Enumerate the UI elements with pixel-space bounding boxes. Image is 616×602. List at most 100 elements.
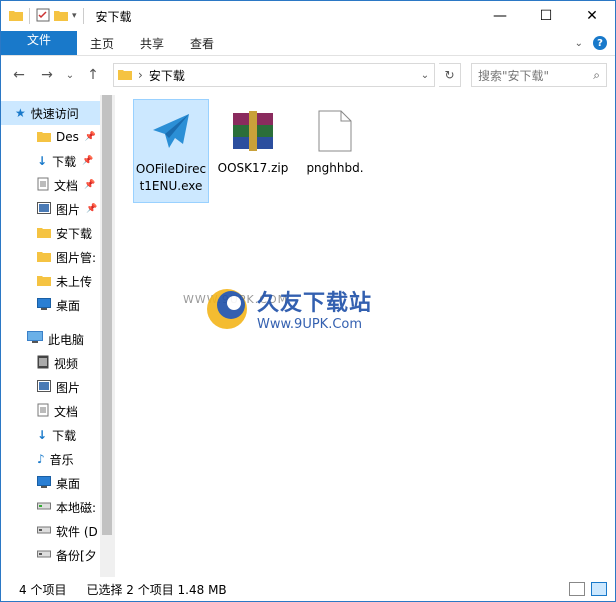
title-bar: ▾ 安下载 — ☐ ✕ — [1, 1, 615, 31]
nav-this-pc[interactable]: 此电脑 — [1, 327, 101, 351]
file-name: pnghhbd. — [306, 161, 364, 175]
nav-label: 本地磁: — [56, 500, 97, 515]
nav-label: 未上传 — [56, 274, 93, 289]
minimize-button[interactable]: — — [477, 1, 523, 31]
file-name: OOFileDirect1ENU.exe — [135, 162, 207, 193]
chevron-down-icon[interactable]: ▾ — [72, 11, 77, 21]
nav-item-music[interactable]: ♪ 音乐 — [1, 447, 101, 471]
address-path[interactable]: 安下载 — [149, 67, 185, 84]
download-arrow-icon: ↓ — [37, 154, 48, 168]
file-list: OOFileDirect1ENU.exe OOSK17.zip pnghhbd.… — [115, 95, 615, 577]
tab-share[interactable]: 共享 — [127, 31, 177, 55]
ribbon-right: ⌄ ? — [575, 31, 615, 55]
address-dropdown-icon[interactable]: ⌄ — [416, 70, 434, 81]
item-count: 4 个项目 — [19, 582, 67, 597]
nav-label: 文档 — [54, 178, 79, 193]
quick-access-toolbar: ▾ — [1, 8, 86, 25]
nav-label: 备份[夕 — [56, 548, 97, 563]
nav-item-not-uploaded[interactable]: 未上传 — [1, 269, 101, 293]
address-row: ← → ⌄ ↑ › 安下载 ⌄ ↻ 搜索"安下载" ⌕ — [1, 56, 615, 94]
status-bar: 4 个项目 已选择 2 个项目 1.48 MB — [1, 577, 615, 601]
address-bar[interactable]: › 安下载 ⌄ — [113, 63, 435, 87]
tab-home[interactable]: 主页 — [77, 31, 127, 55]
drive-icon — [37, 524, 51, 538]
pin-icon: 📌 — [86, 204, 98, 214]
nav-label: 快速访问 — [30, 106, 79, 121]
nav-item-anxiazai[interactable]: 安下载 — [1, 221, 101, 245]
view-switcher — [569, 582, 615, 596]
nav-item-desktop-pc[interactable]: 桌面 — [1, 471, 101, 495]
nav-label: 桌面 — [56, 298, 81, 313]
refresh-button[interactable]: ↻ — [439, 63, 461, 87]
watermark-logo-icon — [205, 287, 249, 331]
nav-item-software-drive[interactable]: 软件 (D — [1, 519, 101, 543]
folder-icon — [37, 130, 51, 145]
chevron-right-icon[interactable]: › — [138, 68, 143, 82]
nav-item-documents-pinned[interactable]: 文档 📌 — [1, 173, 101, 197]
file-item-zip[interactable]: OOSK17.zip — [215, 99, 291, 177]
navigation-pane: ★ 快速访问 Des 📌 ↓ 下载 📌 文档 📌 图片 📌 安下载 图片管: 未… — [1, 95, 115, 577]
nav-label: 软件 (D — [56, 524, 98, 539]
file-name: OOSK17.zip — [217, 161, 289, 175]
nav-items: ★ 快速访问 Des 📌 ↓ 下载 📌 文档 📌 图片 📌 安下载 图片管: 未… — [1, 95, 101, 567]
computer-icon — [27, 331, 43, 347]
nav-item-pictures[interactable]: 图片 — [1, 375, 101, 399]
window-title: 安下载 — [95, 9, 132, 24]
tab-view[interactable]: 查看 — [177, 31, 227, 55]
back-button[interactable]: ← — [7, 63, 31, 87]
search-input[interactable]: 搜索"安下载" ⌕ — [471, 63, 607, 87]
close-button[interactable]: ✕ — [569, 1, 615, 31]
nav-scrollbar-thumb[interactable] — [102, 95, 112, 535]
explorer-window: ▾ 安下载 — ☐ ✕ 文件 主页 共享 查看 ⌄ ? ← → ⌄ ↑ › 安下… — [0, 0, 616, 602]
forward-button[interactable]: → — [35, 63, 59, 87]
nav-label: Des — [56, 130, 79, 144]
music-note-icon: ♪ — [37, 452, 45, 466]
expand-ribbon-icon[interactable]: ⌄ — [575, 38, 583, 49]
watermark-url: Www.9UPK.Com — [257, 317, 363, 332]
file-item-png[interactable]: pnghhbd. — [297, 99, 373, 177]
divider — [29, 8, 30, 24]
pin-icon: 📌 — [84, 132, 97, 142]
details-view-button[interactable] — [569, 582, 585, 596]
properties-icon[interactable] — [36, 8, 50, 25]
help-icon[interactable]: ? — [593, 36, 607, 50]
nav-quick-access[interactable]: ★ 快速访问 — [1, 101, 101, 125]
maximize-button[interactable]: ☐ — [523, 1, 569, 31]
nav-item-local-disk[interactable]: 本地磁: — [1, 495, 101, 519]
nav-label: 图片 — [56, 202, 81, 217]
nav-item-picture-manager[interactable]: 图片管: — [1, 245, 101, 269]
nav-item-downloads[interactable]: ↓ 下载 — [1, 423, 101, 447]
nav-item-desktop-pinned[interactable]: Des 📌 — [1, 125, 101, 149]
watermark-text: 久友下载站 Www.9UPK.Com — [257, 285, 372, 332]
pin-icon: 📌 — [82, 156, 94, 166]
selection-info: 已选择 2 个项目 1.48 MB — [86, 582, 227, 597]
nav-label: 下载 — [52, 154, 77, 169]
document-icon — [37, 403, 49, 420]
nav-label: 视频 — [54, 356, 79, 371]
nav-item-videos[interactable]: 视频 — [1, 351, 101, 375]
video-icon — [37, 355, 49, 372]
main-area: ★ 快速访问 Des 📌 ↓ 下载 📌 文档 📌 图片 📌 安下载 图片管: 未… — [1, 95, 615, 577]
folder-icon — [37, 226, 51, 241]
folder-icon — [9, 9, 23, 24]
tab-file[interactable]: 文件 — [1, 31, 77, 55]
watermark-title: 久友下载站 — [257, 291, 373, 316]
nav-item-pictures-pinned[interactable]: 图片 📌 — [1, 197, 101, 221]
watermark: 久友下载站 Www.9UPK.Com — [205, 285, 372, 332]
file-item-exe[interactable]: OOFileDirect1ENU.exe — [133, 99, 209, 203]
nav-scrollbar[interactable] — [100, 95, 114, 577]
recent-locations-chevron-icon[interactable]: ⌄ — [63, 63, 77, 87]
nav-label: 文档 — [54, 404, 79, 419]
nav-item-downloads-pinned[interactable]: ↓ 下载 📌 — [1, 149, 101, 173]
up-button[interactable]: ↑ — [81, 63, 105, 87]
new-folder-icon[interactable] — [54, 9, 68, 24]
desktop-icon — [37, 475, 51, 491]
folder-icon — [37, 274, 51, 289]
nav-item-desktop[interactable]: 桌面 — [1, 293, 101, 317]
folder-icon — [37, 250, 51, 265]
nav-item-backup-drive[interactable]: 备份[夕 — [1, 543, 101, 567]
nav-label: 下载 — [52, 428, 77, 443]
nav-item-documents[interactable]: 文档 — [1, 399, 101, 423]
large-icons-view-button[interactable] — [591, 582, 607, 596]
